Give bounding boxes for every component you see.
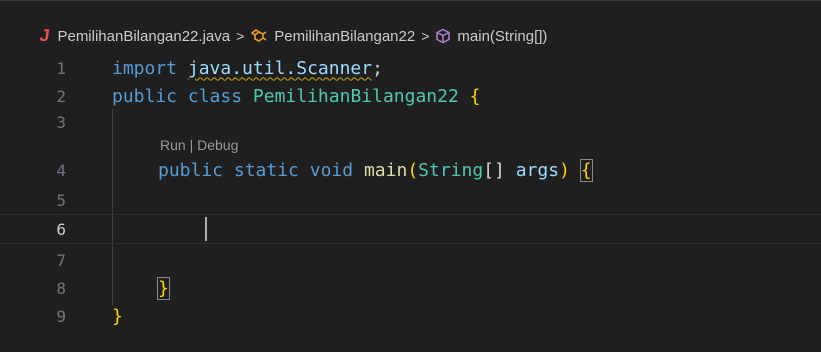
line-number: 3 [56, 112, 66, 132]
type-name: String [418, 159, 484, 181]
class-name: PemilihanBilangan22 [252, 85, 459, 107]
code-line-5[interactable]: 5 [0, 185, 821, 215]
close-brace: } [112, 305, 123, 327]
keyword-void: void [309, 159, 354, 181]
breadcrumb-class-label: PemilihanBilangan22 [274, 27, 416, 45]
line-number: 2 [56, 86, 66, 106]
class-icon [251, 29, 267, 42]
line-number: 9 [56, 306, 66, 326]
matched-open-brace: { [579, 158, 593, 182]
java-file-icon: J [38, 26, 51, 45]
method-name: main [363, 159, 408, 181]
line-content: public class PemilihanBilangan22 { [112, 86, 481, 107]
breadcrumb-method-label: main(String[]) [457, 27, 548, 45]
line-number: 5 [56, 190, 66, 210]
code-line-1[interactable]: 1 import java.util.Scanner; [0, 53, 821, 83]
keyword-public: public [158, 159, 224, 181]
matched-close-brace: } [157, 276, 170, 300]
keyword-public: public [112, 85, 178, 107]
code-line-4[interactable]: 4 public static void main(String[] args)… [0, 155, 821, 185]
breadcrumb: J PemilihanBilangan22.java > PemilihanBi… [38, 25, 548, 47]
line-content: import java.util.Scanner; [112, 58, 383, 79]
array-brackets: [] [483, 159, 505, 181]
run-debug-codelens[interactable]: Run | Debug [160, 137, 238, 153]
close-paren: ) [559, 159, 570, 181]
code-editor[interactable]: J PemilihanBilangan22.java > PemilihanBi… [0, 0, 821, 352]
code-line-6-current[interactable]: 6 [0, 214, 821, 244]
semicolon: ; [372, 57, 383, 79]
text-cursor [205, 217, 207, 241]
breadcrumb-separator: > [421, 28, 430, 44]
keyword-class: class [187, 85, 243, 107]
line-number: 7 [56, 250, 66, 270]
open-brace: { [469, 85, 481, 107]
keyword-static: static [233, 159, 299, 181]
code-line-9[interactable]: 9 } [0, 301, 821, 331]
line-number: 1 [56, 58, 66, 78]
import-path[interactable]: java.util.Scanner [188, 58, 372, 79]
method-cube-icon [436, 28, 451, 44]
param-name: args [515, 159, 560, 181]
breadcrumb-method[interactable]: main(String[]) [435, 28, 547, 45]
breadcrumb-separator: > [236, 28, 245, 44]
line-content: } [112, 306, 123, 327]
line-content: public static void main(String[] args) { [158, 158, 593, 182]
code-line-8[interactable]: 8 } [0, 273, 821, 303]
open-paren: ( [407, 159, 419, 181]
line-content: } [157, 276, 170, 300]
breadcrumb-file-label: PemilihanBilangan22.java [57, 27, 231, 45]
code-line-7[interactable]: 7 [0, 245, 821, 275]
keyword-import: import [112, 57, 178, 79]
breadcrumb-file[interactable]: J PemilihanBilangan22.java [38, 26, 231, 46]
line-number: 8 [56, 278, 66, 298]
code-line-3[interactable]: 3 [0, 107, 821, 137]
line-number: 4 [56, 160, 66, 180]
breadcrumb-class[interactable]: PemilihanBilangan22 [250, 28, 415, 45]
line-number: 6 [56, 219, 66, 239]
